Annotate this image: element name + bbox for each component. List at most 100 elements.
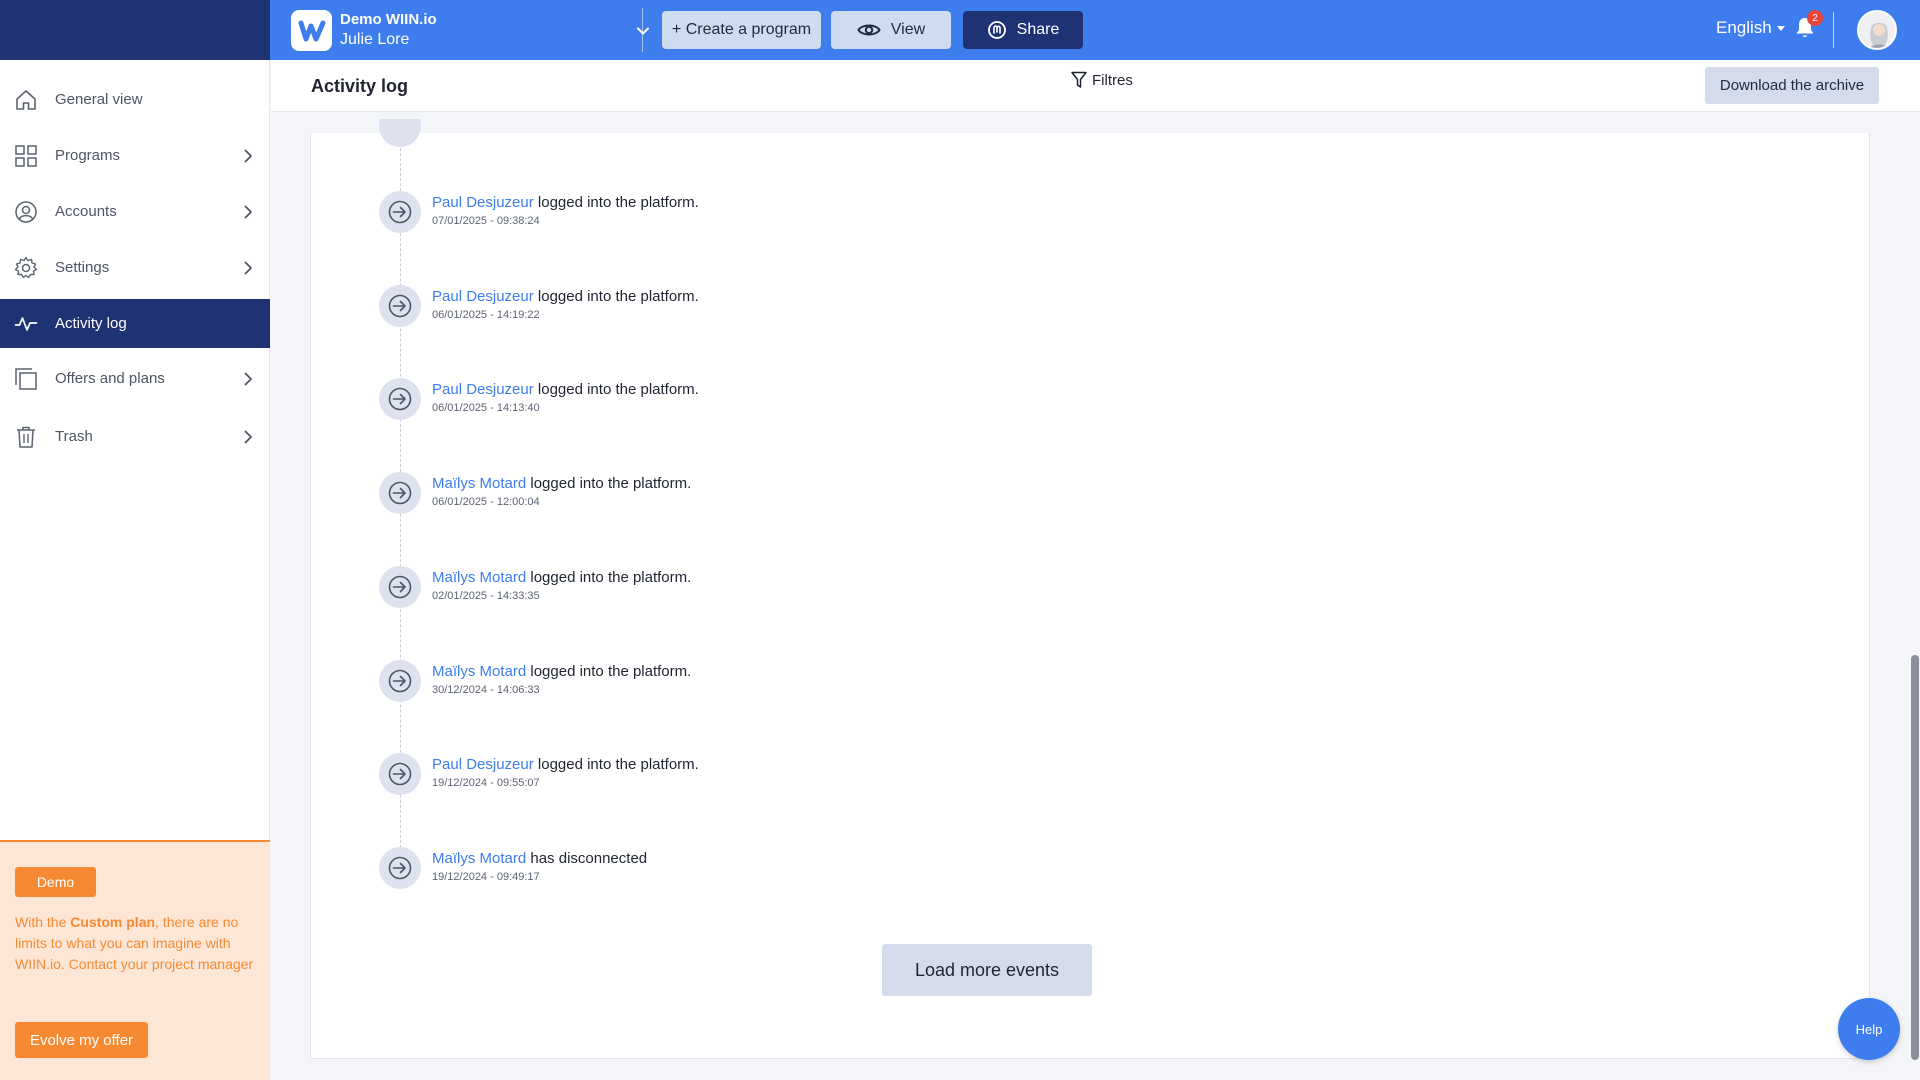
page-title: Activity log bbox=[311, 76, 409, 96]
promo-text: With the Custom plan, there are no limit… bbox=[15, 914, 254, 972]
login-icon bbox=[379, 847, 421, 889]
log-entry-text: Maïlys Motard has disconnected bbox=[432, 850, 647, 867]
sidebar-item-accounts[interactable]: Accounts bbox=[0, 187, 270, 236]
evolve-offer-button[interactable]: Evolve my offer bbox=[15, 1022, 148, 1058]
log-entry-text: Paul Desjuzeur logged into the platform. bbox=[432, 194, 699, 211]
log-entry-action: logged into the platform. bbox=[530, 475, 692, 492]
sidebar-item-label: General view bbox=[55, 91, 143, 108]
sidebar-item-programs[interactable]: Programs bbox=[0, 131, 270, 180]
login-icon bbox=[379, 285, 421, 327]
language-selector[interactable]: English bbox=[1716, 18, 1785, 38]
plan-badge: Demo bbox=[15, 867, 96, 897]
log-entry-action: logged into the platform. bbox=[537, 288, 699, 305]
chevron-down-icon[interactable] bbox=[635, 23, 651, 39]
sidebar-item-label: Activity log bbox=[55, 315, 127, 332]
activity-icon bbox=[14, 317, 38, 331]
language-label: English bbox=[1716, 18, 1772, 37]
help-button[interactable]: Help bbox=[1838, 998, 1900, 1060]
log-entry-timestamp: 07/01/2025 - 09:38:24 bbox=[432, 215, 540, 227]
log-entry-timestamp: 30/12/2024 - 14:06:33 bbox=[432, 684, 540, 696]
log-entry-action: logged into the platform. bbox=[537, 381, 699, 398]
sidebar-item-label: Offers and plans bbox=[55, 370, 165, 387]
sidebar-item-label: Programs bbox=[55, 147, 121, 164]
sidebar-item-settings[interactable]: Settings bbox=[0, 243, 270, 292]
log-entry-timestamp: 06/01/2025 - 14:13:40 bbox=[432, 402, 540, 414]
log-entry-action: logged into the platform. bbox=[530, 663, 692, 680]
divider bbox=[1833, 12, 1834, 48]
share-button[interactable]: Share bbox=[963, 11, 1083, 49]
filters-label: Filtres bbox=[1092, 71, 1133, 89]
create-program-button[interactable]: + Create a program bbox=[662, 11, 821, 49]
log-entry-timestamp: 02/01/2025 - 14:33:35 bbox=[432, 590, 540, 602]
share-link-icon bbox=[987, 21, 1006, 39]
load-more-events-button[interactable]: Load more events bbox=[882, 944, 1092, 996]
sidebar-item-offers-and-plans[interactable]: Offers and plans bbox=[0, 354, 270, 403]
chevron-right-icon bbox=[244, 205, 252, 219]
filters-button[interactable]: Filtres bbox=[1071, 71, 1133, 89]
log-entry-timestamp: 06/01/2025 - 12:00:04 bbox=[432, 496, 540, 508]
chevron-right-icon bbox=[244, 372, 252, 386]
home-icon bbox=[16, 90, 36, 110]
log-entry-timestamp: 19/12/2024 - 09:55:07 bbox=[432, 777, 540, 789]
create-program-label: + Create a program bbox=[671, 21, 812, 38]
share-label: Share bbox=[1016, 21, 1060, 38]
login-icon bbox=[379, 753, 421, 795]
log-entry-user-link[interactable]: Maïlys Motard bbox=[432, 850, 526, 867]
log-entry-text: Paul Desjuzeur logged into the platform. bbox=[432, 756, 699, 773]
log-entry-timestamp: 19/12/2024 - 09:49:17 bbox=[432, 871, 540, 883]
workspace-name: Demo WIIN.io bbox=[340, 11, 437, 29]
sidebar-item-label: Accounts bbox=[55, 203, 117, 220]
divider bbox=[642, 8, 643, 52]
log-entry-text: Maïlys Motard logged into the platform. bbox=[432, 475, 691, 492]
login-icon bbox=[379, 191, 421, 233]
scrollbar-thumb[interactable] bbox=[1911, 655, 1919, 1060]
sidebar-item-activity-log[interactable]: Activity log bbox=[0, 299, 270, 348]
log-entry-user-link[interactable]: Maïlys Motard bbox=[432, 663, 526, 680]
eye-icon bbox=[857, 24, 881, 36]
avatar[interactable] bbox=[1857, 10, 1897, 50]
chevron-right-icon bbox=[244, 149, 252, 163]
sidebar-item-trash[interactable]: Trash bbox=[0, 412, 270, 461]
top-bar: Demo WIIN.io Julie Lore + Create a progr… bbox=[270, 0, 1920, 60]
log-entry-action: has disconnected bbox=[530, 850, 648, 867]
login-icon bbox=[379, 472, 421, 514]
caret-down-icon bbox=[1776, 25, 1785, 31]
copy-icon bbox=[15, 368, 37, 390]
log-entry-user-link[interactable]: Paul Desjuzeur bbox=[432, 381, 534, 398]
sidebar-item-label: Settings bbox=[55, 259, 110, 276]
chevron-right-icon bbox=[244, 430, 252, 444]
log-entry-action: logged into the platform. bbox=[537, 194, 699, 211]
gear-icon bbox=[14, 256, 38, 279]
sidebar-item-label: Trash bbox=[55, 428, 93, 445]
login-icon bbox=[379, 566, 421, 608]
log-entry-action: logged into the platform. bbox=[530, 569, 692, 586]
login-icon bbox=[379, 660, 421, 702]
grid-icon bbox=[15, 145, 37, 167]
log-entry-action: logged into the platform. bbox=[537, 756, 699, 773]
log-entry-user-link[interactable]: Maïlys Motard bbox=[432, 475, 526, 492]
user-avatar-icon bbox=[1859, 12, 1895, 48]
log-entry-text: Maïlys Motard logged into the platform. bbox=[432, 663, 691, 680]
filter-icon bbox=[1071, 71, 1087, 88]
trash-icon bbox=[17, 426, 35, 448]
activity-log-panel: Paul Desjuzeur logged into the platform.… bbox=[310, 119, 1870, 1059]
topbar-left-area bbox=[0, 0, 270, 60]
log-entry-user-link[interactable]: Maïlys Motard bbox=[432, 569, 526, 586]
log-entry-user-link[interactable]: Paul Desjuzeur bbox=[432, 288, 534, 305]
log-entry-text: Paul Desjuzeur logged into the platform. bbox=[432, 381, 699, 398]
wiin-logo-icon bbox=[291, 10, 332, 51]
notification-badge: 2 bbox=[1807, 10, 1823, 26]
log-entry-user-link[interactable]: Paul Desjuzeur bbox=[432, 756, 534, 773]
login-icon bbox=[379, 378, 421, 420]
page-header: Activity log Filtres Download the archiv… bbox=[271, 60, 1920, 112]
partial-entry-icon bbox=[379, 119, 421, 147]
user-circle-icon bbox=[15, 201, 37, 223]
view-button[interactable]: View bbox=[831, 11, 951, 49]
sidebar-item-general-view[interactable]: General view bbox=[0, 75, 270, 124]
view-label: View bbox=[890, 21, 926, 38]
download-archive-button[interactable]: Download the archive bbox=[1705, 67, 1879, 104]
log-entry-text: Paul Desjuzeur logged into the platform. bbox=[432, 288, 699, 305]
workspace-switcher[interactable]: Demo WIIN.io Julie Lore bbox=[291, 10, 651, 51]
log-entry-text: Maïlys Motard logged into the platform. bbox=[432, 569, 691, 586]
log-entry-user-link[interactable]: Paul Desjuzeur bbox=[432, 194, 534, 211]
